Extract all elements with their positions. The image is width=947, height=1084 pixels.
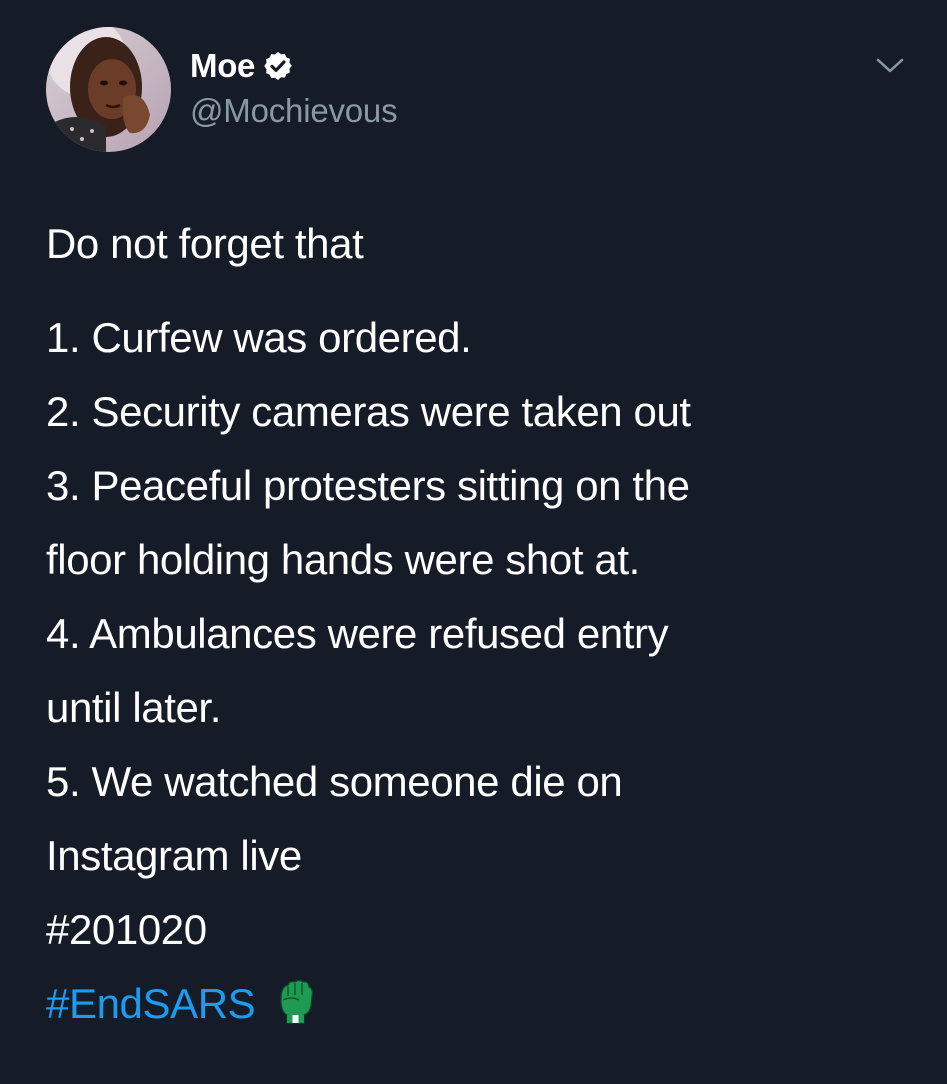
tweet-line: floor holding hands were shot at.: [46, 536, 640, 583]
display-name-row: Moe: [190, 44, 397, 88]
hashtag-201020[interactable]: #201020: [46, 906, 207, 953]
tweet-line: 3. Peaceful protesters sitting on the: [46, 462, 690, 509]
green-raised-fist-icon: [279, 979, 313, 1024]
avatar[interactable]: [46, 27, 171, 152]
hashtag-line: #201020: [46, 893, 926, 967]
tweet-card: Moe @Mochievous Do not forget that 1. Cu…: [0, 0, 947, 1084]
tweet-line: until later.: [46, 684, 221, 731]
tweet-line: 2. Security cameras were taken out: [46, 388, 691, 435]
author-info[interactable]: Moe @Mochievous: [190, 44, 398, 130]
tweet-line: 5. We watched someone die on: [46, 758, 623, 805]
tweet-line: 1. Curfew was ordered.: [46, 314, 472, 361]
tweet-text: Do not forget that 1. Curfew was ordered…: [46, 207, 926, 1041]
verified-badge-icon: [264, 52, 292, 80]
tweet-line: Instagram live: [46, 832, 302, 879]
tweet-intro: Do not forget that: [46, 220, 364, 267]
user-handle: @Mochievous: [190, 92, 398, 129]
profile-photo: [46, 27, 171, 152]
tweet-line: 4. Ambulances were refused entry: [46, 610, 669, 657]
hashtag-endsars[interactable]: #EndSARS: [46, 980, 256, 1027]
display-name: Moe: [190, 47, 256, 84]
hashtag-line: #EndSARS: [46, 967, 926, 1041]
chevron-down-icon[interactable]: [872, 52, 908, 78]
